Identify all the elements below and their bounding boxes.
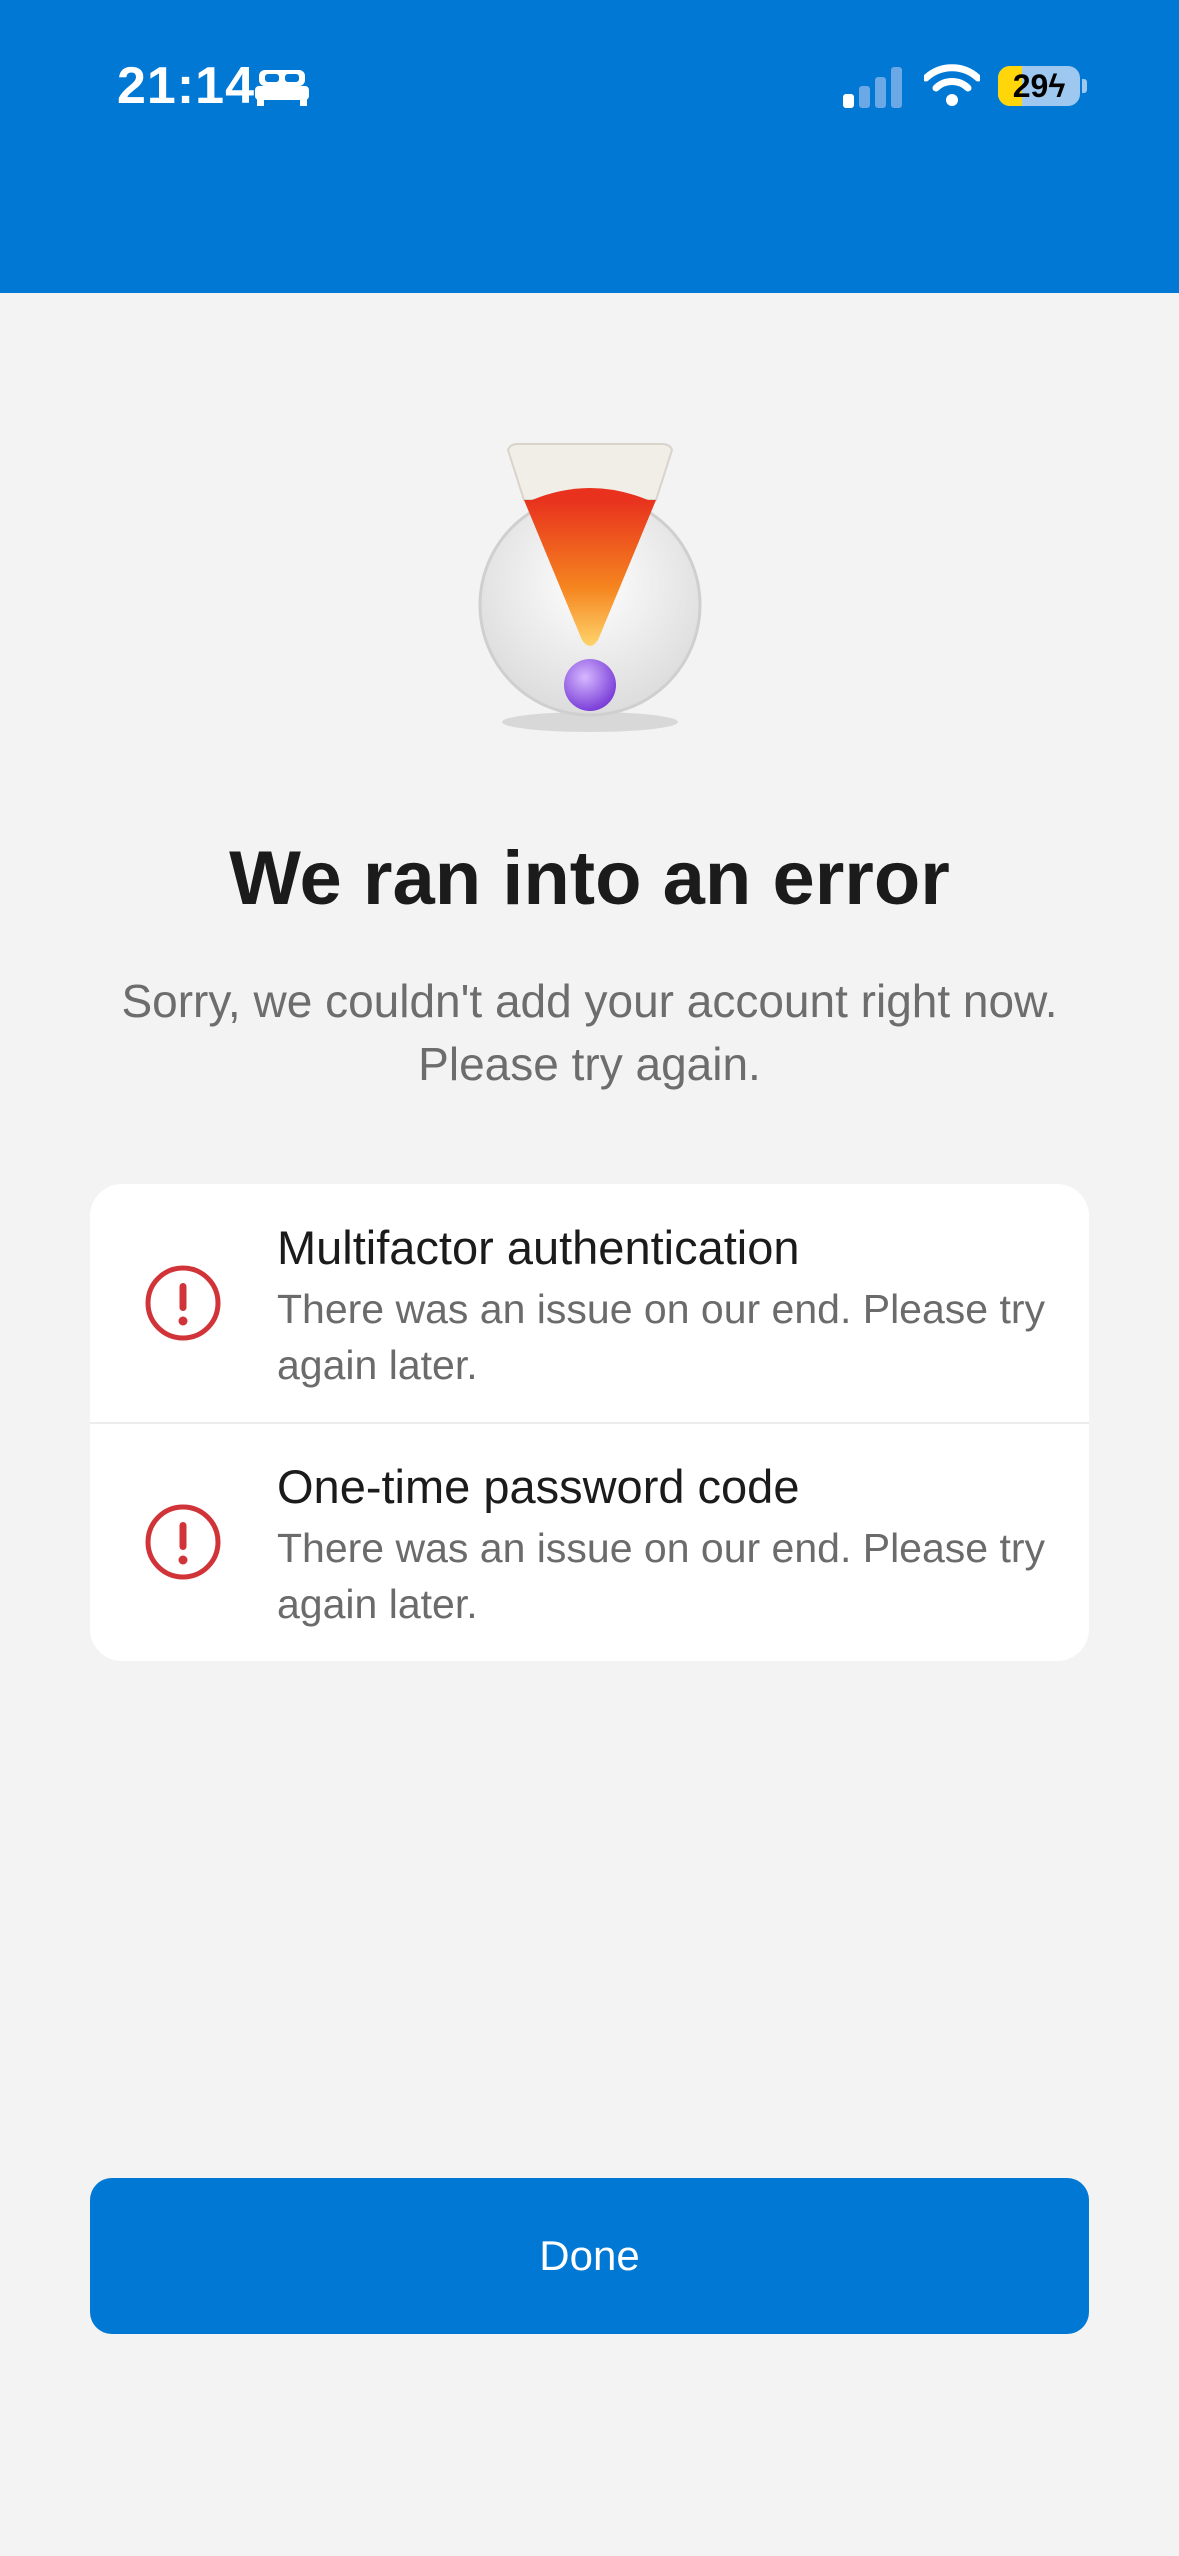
page-title: We ran into an error: [229, 836, 950, 921]
page-subtitle: Sorry, we couldn't add your account righ…: [121, 975, 1058, 1090]
error-list-card: Multifactor authentication There was an …: [90, 1184, 1089, 1661]
exclamation-illustration-icon: [478, 443, 702, 732]
status-time: 21:14: [117, 57, 255, 115]
battery-charging-icon: 29ϟ: [998, 66, 1080, 106]
battery-level: 29ϟ: [1012, 68, 1066, 104]
top-app-bar: 21:14 29ϟ: [0, 0, 1179, 293]
error-description: There was an issue on our end. Please tr…: [277, 1286, 1046, 1388]
battery-cap: [1082, 79, 1087, 93]
done-button[interactable]: Done: [90, 2178, 1089, 2334]
error-title: One-time password code: [277, 1460, 800, 1513]
list-item: One-time password code There was an issu…: [90, 1423, 1089, 1661]
error-title: Multifactor authentication: [277, 1221, 800, 1274]
bed-icon: [255, 70, 309, 106]
alert-circle-icon: [145, 1504, 221, 1580]
list-item: Multifactor authentication There was an …: [90, 1184, 1089, 1422]
error-description: There was an issue on our end. Please tr…: [277, 1525, 1046, 1627]
cellular-signal-icon: [843, 67, 902, 108]
alert-circle-icon: [145, 1265, 221, 1341]
wifi-icon: [924, 64, 980, 106]
